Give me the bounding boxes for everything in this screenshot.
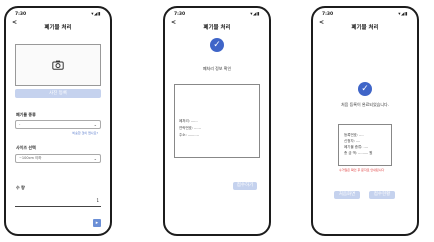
done-message: 처음 등록이 완료되었습니다. — [341, 102, 389, 107]
chevron-down-icon: ⌄ — [93, 156, 97, 161]
info-line: 주소: .......... — [179, 133, 199, 137]
check-circle-icon: ✓ — [358, 82, 372, 96]
info-line: 폐처리: ...... — [179, 119, 198, 123]
info-line: 신청자: .... — [344, 139, 361, 143]
info-box: 폐처리: ...... 연락번호: ...... 주소: .......... — [174, 84, 260, 158]
info-line: 등록번호: .... — [344, 133, 364, 137]
status-icons: ▾◢▮ — [398, 12, 408, 17]
phone-screen-input: 7:30 ▾◢▮ < 폐기물 처리 사진 등록 폐기물 종류 - ⌄ 비슷한 것… — [4, 6, 112, 236]
status-bar: 7:30 ▾◢▮ — [15, 12, 101, 19]
status-button[interactable]: 접수현황 — [369, 191, 395, 199]
status-icons: ▾◢▮ — [91, 12, 101, 17]
category-value: - — [19, 122, 21, 126]
size-label: 사이즈 선택 — [16, 145, 36, 150]
status-bar: 7:30 ▾◢▮ — [174, 12, 260, 19]
category-help-link[interactable]: 비슷한 것이 없나요? — [72, 131, 98, 135]
phone-screen-done: 7:30 ▾◢▮ < 폐기물 처리 ✓ 처음 등록이 완료되었습니다. 등록번호… — [311, 6, 419, 236]
status-time: 7:30 — [322, 12, 334, 17]
camera-icon — [52, 60, 64, 70]
status-bar: 7:30 ▾◢▮ — [322, 12, 408, 19]
quantity-value: 1 — [96, 198, 99, 203]
quantity-field[interactable]: 1 — [15, 198, 101, 207]
status-time: 7:30 — [15, 12, 27, 17]
home-button[interactable]: 처음화면 — [334, 191, 360, 199]
photo-register-button[interactable]: 사진 등록 — [15, 89, 101, 98]
status-time: 7:30 — [174, 12, 186, 17]
notice-text: 수거일은 확인 후 문자로 안내됩니다 — [339, 168, 385, 172]
next-button[interactable]: ▸ — [93, 219, 101, 227]
photo-area[interactable] — [15, 44, 101, 86]
page-title: 폐기물 처리 — [44, 25, 72, 31]
info-line: 연락번호: ...... — [179, 126, 201, 130]
info-box: 등록번호: .... 신청자: .... 폐기물 종류: .... 총 금 액:… — [338, 124, 392, 166]
chevron-down-icon: ⌄ — [93, 122, 97, 127]
page-title: 폐기물 처리 — [351, 25, 379, 31]
status-icons: ▾◢▮ — [250, 12, 260, 17]
info-line: 폐기물 종류: .... — [344, 145, 368, 149]
category-label: 폐기물 종류 — [16, 112, 36, 117]
phone-screen-confirm: 7:30 ▾◢▮ < 폐기물 처리 ✓ 폐처리 정보 확인 폐처리: .....… — [163, 6, 271, 236]
size-select[interactable]: ~100cm 이하 ⌄ — [15, 154, 101, 163]
submit-button[interactable]: 접수하기 — [233, 182, 257, 190]
qty-label: 수 량 — [16, 185, 25, 190]
page-title: 폐기물 처리 — [203, 25, 231, 31]
confirm-message: 폐처리 정보 확인 — [202, 66, 232, 71]
category-select[interactable]: - ⌄ — [15, 120, 101, 129]
info-line: 총 금 액: ......... 원 — [344, 151, 373, 155]
size-value: ~100cm 이하 — [19, 156, 42, 160]
check-circle-icon: ✓ — [210, 38, 224, 52]
